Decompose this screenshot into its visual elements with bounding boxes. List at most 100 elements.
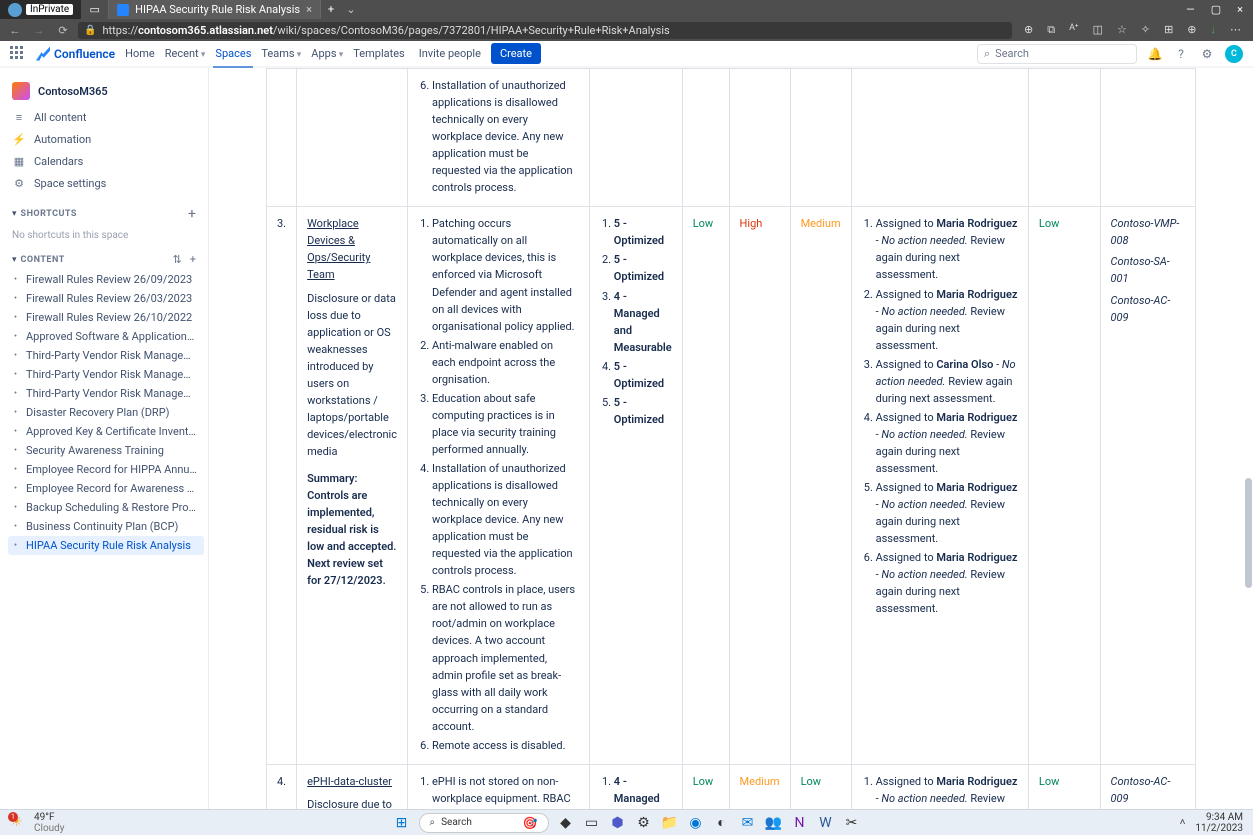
back-icon[interactable]: ← [6, 24, 24, 37]
nav-teams[interactable]: Teams [261, 47, 301, 60]
tree-label: Business Continuity Plan (BCP) [26, 520, 198, 533]
add-shortcut-button[interactable]: + [188, 206, 196, 222]
maximize-icon[interactable]: ▢ [1211, 3, 1221, 16]
explorer-icon[interactable]: 📁 [661, 814, 679, 832]
tree-item[interactable]: •Third-Party Vendor Risk Management - 27… [8, 346, 204, 365]
search-placeholder: Search [995, 47, 1029, 60]
minimize-icon[interactable]: — [1186, 3, 1195, 16]
collections-icon[interactable]: ⊕ [1187, 23, 1196, 37]
taskbar-search[interactable]: ⌕ Search 🎯 [419, 813, 549, 833]
chrome-icon[interactable]: ◐ [713, 814, 731, 832]
main-content[interactable]: Installation of unauthorized application… [209, 68, 1253, 809]
chevron-icon: • [14, 408, 22, 418]
search-input[interactable]: ⌕ Search [977, 44, 1137, 64]
sidebar-calendars[interactable]: ▦Calendars [0, 150, 208, 172]
shortcuts-heading: SHORTCUTS [21, 209, 77, 219]
onenote-icon[interactable]: N [791, 814, 809, 832]
favorite-icon[interactable]: ☆ [1117, 23, 1127, 37]
tree-item[interactable]: •Third-Party Vendor Risk Management - 27… [8, 384, 204, 403]
sidebar-automation[interactable]: ⚡Automation [0, 128, 208, 150]
tree-item[interactable]: •Security Awareness Training [8, 441, 204, 460]
url-input[interactable]: 🔒 https://contosom365.atlassian.net/wiki… [78, 22, 1012, 39]
tree-item[interactable]: •Employee Record for HIPPA Annual Traini… [8, 460, 204, 479]
chevron-down-icon[interactable]: ▾ [12, 209, 17, 219]
tree-item[interactable]: •Business Continuity Plan (BCP) [8, 517, 204, 536]
forward-icon[interactable]: → [30, 24, 48, 37]
tree-item[interactable]: •Firewall Rules Review 26/03/2023 [8, 289, 204, 308]
confluence-logo[interactable]: Confluence [36, 47, 115, 61]
chevron-icon: • [14, 446, 22, 456]
chevron-icon: • [14, 465, 22, 475]
zoom-icon[interactable]: ⊕ [1024, 23, 1033, 37]
create-button[interactable]: Create [491, 43, 541, 64]
tray-chevron-icon[interactable]: ˄ [1180, 817, 1186, 828]
sidebar-space-settings[interactable]: ⚙Space settings [0, 172, 208, 194]
favorites-list-icon[interactable]: ✧ [1141, 23, 1150, 37]
teams-icon[interactable]: 👥 [765, 814, 783, 832]
word-icon[interactable]: W [817, 814, 835, 832]
help-icon[interactable]: ? [1173, 46, 1189, 62]
invite-people-link[interactable]: Invite people [419, 47, 481, 60]
nav-apps[interactable]: Apps [311, 47, 343, 60]
close-window-icon[interactable]: × [1237, 3, 1243, 16]
profile-icon [8, 3, 22, 17]
new-tab-button[interactable]: + [321, 3, 341, 16]
tree-item[interactable]: •Approved Key & Certificate Inventory [8, 422, 204, 441]
tab-actions-button[interactable]: ▭ [81, 0, 109, 19]
add-page-button[interactable]: + [190, 253, 196, 266]
chevron-icon: • [14, 332, 22, 342]
nav-home[interactable]: Home [125, 47, 155, 60]
downloads-icon[interactable]: ↓ [1211, 23, 1217, 37]
m365-icon[interactable]: ⬢ [609, 814, 627, 832]
tree-label: Third-Party Vendor Risk Management - 27/… [26, 368, 198, 381]
settings-taskbar-icon[interactable]: ⚙ [635, 814, 653, 832]
start-icon[interactable]: ⊞ [393, 814, 411, 832]
copilot-taskbar-icon[interactable]: ◆ [557, 814, 575, 832]
nav-spaces[interactable]: Spaces [215, 47, 251, 60]
tree-item[interactable]: •Third-Party Vendor Risk Management - 27… [8, 365, 204, 384]
close-tab-icon[interactable]: × [306, 3, 312, 16]
scrollbar-thumb[interactable] [1245, 478, 1252, 588]
edge-icon[interactable]: ◉ [687, 814, 705, 832]
weather-cond: Cloudy [34, 823, 65, 834]
chevron-down-icon[interactable]: ▾ [12, 255, 17, 265]
app-switcher-icon[interactable] [10, 46, 26, 62]
tree-item[interactable]: •Firewall Rules Review 26/09/2023 [8, 270, 204, 289]
tree-item[interactable]: •Employee Record for Awareness Training [8, 479, 204, 498]
inprivate-badge[interactable]: InPrivate [0, 0, 81, 19]
filter-icon[interactable]: ⇅ [173, 253, 182, 266]
read-aloud-icon[interactable]: ⧉ [1047, 23, 1055, 37]
scrollbar-vertical[interactable] [1245, 68, 1252, 809]
tree-item[interactable]: •Disaster Recovery Plan (DRP) [8, 403, 204, 422]
tree-item[interactable]: •Approved Software & Applications List [8, 327, 204, 346]
split-icon[interactable]: ◫ [1093, 23, 1103, 37]
chevron-icon: • [14, 294, 22, 304]
page-tree: •Firewall Rules Review 26/09/2023•Firewa… [0, 270, 208, 555]
more-icon[interactable]: ⋯ [1230, 23, 1241, 37]
sidebar-all-content[interactable]: ≡All content [0, 106, 208, 128]
outlook-icon[interactable]: ✉ [739, 814, 757, 832]
text-icon[interactable]: A⁺ [1069, 23, 1079, 37]
snip-icon[interactable]: ✂ [843, 814, 861, 832]
weather-icon: 1 [10, 814, 28, 832]
chevron-icon: • [14, 503, 22, 513]
browser-tab[interactable]: HIPAA Security Rule Risk Analysis × [109, 0, 321, 19]
refresh-icon[interactable]: ⟳ [54, 24, 72, 37]
notifications-icon[interactable]: 🔔 [1147, 46, 1163, 62]
extensions-icon[interactable]: ⊞ [1164, 23, 1173, 37]
weather-widget[interactable]: 1 49°F Cloudy [0, 812, 75, 834]
tree-item[interactable]: •Firewall Rules Review 26/10/2022 [8, 308, 204, 327]
chevron-icon: • [14, 351, 22, 361]
taskview-icon[interactable]: ▭ [583, 814, 601, 832]
tree-item[interactable]: •Backup Scheduling & Restore Procedure [8, 498, 204, 517]
settings-icon[interactable]: ⚙ [1199, 46, 1215, 62]
tree-item[interactable]: •HIPAA Security Rule Risk Analysis [8, 536, 204, 555]
nav-templates[interactable]: Templates [353, 47, 404, 60]
list-icon: ≡ [12, 110, 26, 124]
address-bar: ← → ⟳ 🔒 https://contosom365.atlassian.ne… [0, 19, 1253, 41]
nav-recent[interactable]: Recent [165, 47, 206, 60]
clock[interactable]: 9:34 AM 11/2/2023 [1195, 812, 1243, 834]
space-header[interactable]: ContosoM365 [0, 76, 208, 106]
avatar[interactable]: C [1225, 45, 1243, 63]
tabs-menu-icon[interactable]: ⌄ [341, 3, 361, 16]
